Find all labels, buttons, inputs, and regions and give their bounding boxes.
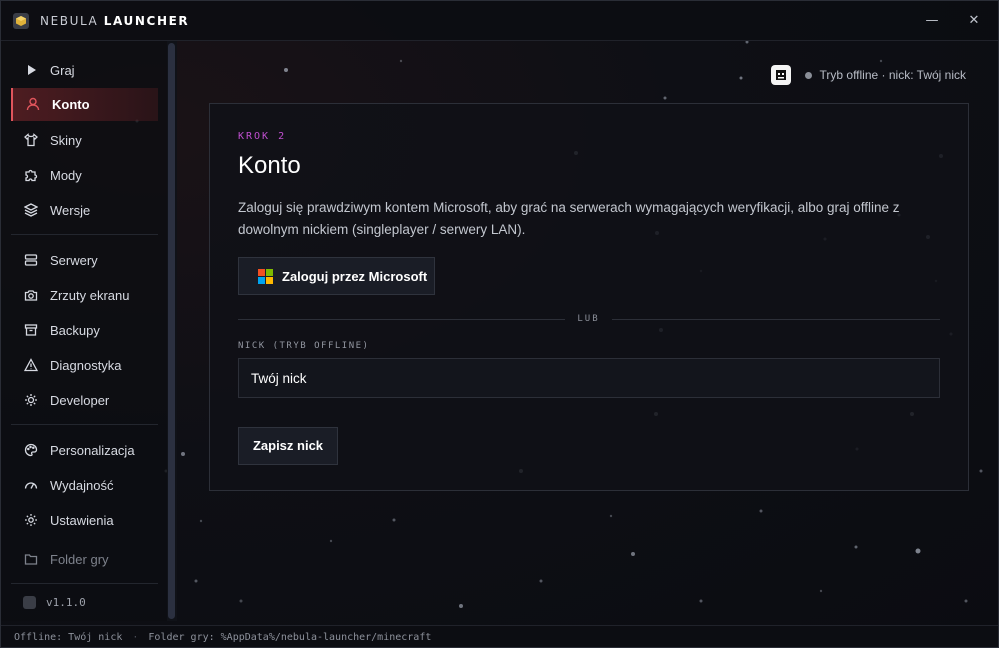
card-description: Zaloguj się prawdziwym kontem Microsoft,… (238, 200, 900, 237)
avatar (770, 65, 791, 85)
camera-icon (23, 287, 39, 303)
sidebar-item-label: Developer (50, 393, 110, 408)
version-info: v1.1.0 (23, 596, 86, 609)
sidebar-item-label: Konto (52, 97, 90, 112)
server-icon (23, 252, 39, 268)
sidebar-item-skiny[interactable]: Skiny (11, 124, 158, 157)
app-title-bold: LAUNCHER (103, 14, 190, 28)
sidebar-item-developer[interactable]: Developer (11, 384, 158, 417)
sidebar-item-ustawienia[interactable]: Ustawienia (11, 504, 158, 537)
sidebar-item-label: Personalizacja (50, 443, 135, 458)
sidebar-item-label: Backupy (50, 323, 100, 338)
divider-left (238, 319, 565, 320)
launcher-window: NEBULA LAUNCHER — ✕ Graj Konto Skiny Mod… (0, 0, 999, 648)
app-logo-icon (23, 596, 36, 609)
sidebar-item-graj[interactable]: Graj (11, 54, 158, 87)
or-separator-text: LUB (577, 314, 600, 324)
puzzle-icon (23, 167, 39, 183)
palette-icon (23, 442, 39, 458)
user-icon (25, 96, 41, 112)
sidebar-item-label: Zrzuty ekranu (50, 288, 130, 303)
warning-icon (23, 357, 39, 373)
sidebar-item-serwery[interactable]: Serwery (11, 244, 158, 277)
title-bar: NEBULA LAUNCHER — ✕ (1, 1, 998, 41)
footer-folder-path: Folder gry: %AppData%/nebula-launcher/mi… (148, 632, 432, 643)
app-title-light: NEBULA (40, 14, 99, 28)
bug-icon (23, 392, 39, 408)
footer-separator: · (132, 632, 139, 643)
close-icon: ✕ (968, 13, 980, 28)
sidebar-item-label: Graj (50, 63, 75, 78)
layers-icon (23, 202, 39, 218)
sidebar-item-label: Wydajność (50, 478, 114, 493)
save-nick-button[interactable]: Zapisz nick (238, 427, 338, 465)
nick-field-label: NICK (TRYB OFFLINE) (238, 341, 370, 351)
sidebar-item-label: Ustawienia (50, 513, 114, 528)
archive-icon (23, 322, 39, 338)
page-title: Konto (238, 152, 301, 179)
sidebar-item-label: Diagnostyka (50, 358, 122, 373)
sidebar-item-label: Serwery (50, 253, 98, 268)
sidebar-item-backupy[interactable]: Backupy (11, 314, 158, 347)
minimize-icon: — (925, 13, 939, 28)
sidebar-item-zrzuty-ekranu[interactable]: Zrzuty ekranu (11, 279, 158, 312)
gauge-icon (23, 477, 39, 493)
app-logo-icon (13, 13, 29, 29)
microsoft-login-button[interactable]: Zaloguj przez Microsoft (238, 257, 435, 295)
sidebar-item-label: Wersje (50, 203, 91, 218)
gear-icon (23, 512, 39, 528)
account-status: Tryb offline · nick: Twój nick (770, 65, 967, 85)
sidebar-item-label: Folder gry (50, 552, 109, 567)
microsoft-login-label: Zaloguj przez Microsoft (282, 268, 428, 284)
sidebar-item-wydajnosc[interactable]: Wydajność (11, 469, 158, 502)
footer-offline-status: Offline: Twój nick (14, 632, 123, 643)
nick-input[interactable] (238, 358, 940, 398)
status-dot (804, 71, 812, 79)
status-bar: Offline: Twój nick · Folder gry: %AppDat… (1, 625, 998, 647)
sidebar-item-personalizacja[interactable]: Personalizacja (11, 434, 158, 467)
status-text: Tryb offline · nick: Twój nick (819, 68, 967, 82)
minimize-button[interactable]: — (922, 11, 942, 31)
sidebar-item-folder-gry[interactable]: Folder gry (11, 543, 158, 576)
sidebar-divider (11, 424, 158, 425)
app-title: NEBULA LAUNCHER (40, 14, 189, 28)
divider-right (612, 319, 940, 320)
folder-icon (23, 551, 39, 567)
sidebar-item-label: Mody (50, 168, 82, 183)
sidebar-divider (11, 583, 158, 584)
account-card: KROK 2 Konto Zaloguj się prawdziwym kont… (209, 103, 969, 491)
sidebar-item-diagnostyka[interactable]: Diagnostyka (11, 349, 158, 382)
close-button[interactable]: ✕ (964, 11, 984, 31)
sidebar-scrollbar-thumb[interactable] (168, 43, 175, 619)
sidebar-item-wersje[interactable]: Wersje (11, 194, 158, 227)
sidebar-item-konto[interactable]: Konto (11, 88, 158, 121)
step-label: KROK 2 (238, 131, 287, 142)
microsoft-logo-icon (258, 268, 273, 284)
shirt-icon (23, 132, 39, 148)
sidebar-item-mody[interactable]: Mody (11, 159, 158, 192)
sidebar-item-label: Skiny (50, 133, 82, 148)
sidebar-divider (11, 234, 158, 235)
version-label: v1.1.0 (46, 596, 86, 609)
play-icon (23, 62, 39, 78)
